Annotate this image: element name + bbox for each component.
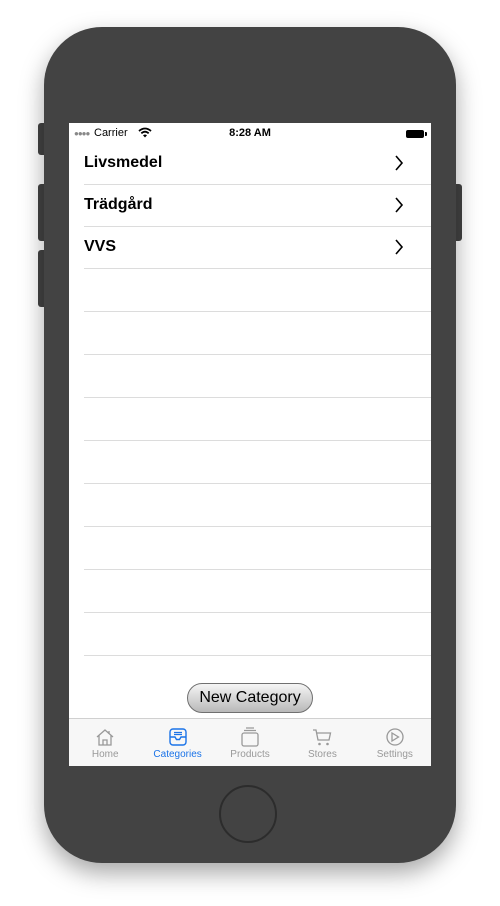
empty-row: [84, 441, 431, 484]
category-label: VVS: [84, 238, 117, 255]
app-screen: ●●●● Carrier 8:28 AM Livsmedel Trädgård: [69, 123, 431, 766]
categories-tray-icon: [166, 727, 190, 747]
tab-bar: Home Categories Products Stores Settings: [69, 718, 431, 766]
home-icon: [93, 727, 117, 747]
tab-categories[interactable]: Categories: [141, 719, 213, 766]
empty-row: [84, 527, 431, 570]
new-category-button[interactable]: New Category: [187, 683, 313, 713]
chevron-right-icon: [394, 155, 404, 176]
tab-label: Settings: [376, 749, 413, 760]
category-label: Trädgård: [84, 196, 153, 213]
tab-home[interactable]: Home: [69, 719, 141, 766]
cart-icon: [310, 727, 334, 747]
home-button[interactable]: [219, 785, 277, 843]
tab-stores[interactable]: Stores: [286, 719, 358, 766]
tab-label: Categories: [153, 749, 202, 760]
category-list: Livsmedel Trädgård VVS: [69, 143, 431, 656]
empty-row: [84, 570, 431, 613]
tab-products[interactable]: Products: [214, 719, 286, 766]
tab-settings[interactable]: Settings: [359, 719, 431, 766]
empty-row: [84, 355, 431, 398]
empty-row: [84, 398, 431, 441]
category-label: Livsmedel: [84, 154, 163, 171]
products-stack-icon: [238, 727, 262, 747]
tab-label: Home: [91, 749, 119, 760]
category-row-tradgard[interactable]: Trädgård: [84, 185, 431, 227]
chevron-right-icon: [394, 239, 404, 260]
chevron-right-icon: [394, 197, 404, 218]
status-bar: ●●●● Carrier 8:28 AM: [69, 123, 431, 143]
tab-label: Stores: [307, 749, 337, 760]
settings-gear-icon: [383, 727, 407, 747]
empty-row: [84, 269, 431, 312]
empty-row: [84, 484, 431, 527]
empty-row: [84, 613, 431, 656]
category-row-livsmedel[interactable]: Livsmedel: [84, 143, 431, 185]
battery-icon: [406, 130, 427, 138]
category-row-vvs[interactable]: VVS: [84, 227, 431, 269]
empty-row: [84, 312, 431, 355]
status-time: 8:28 AM: [229, 127, 271, 139]
tab-label: Products: [230, 749, 270, 760]
